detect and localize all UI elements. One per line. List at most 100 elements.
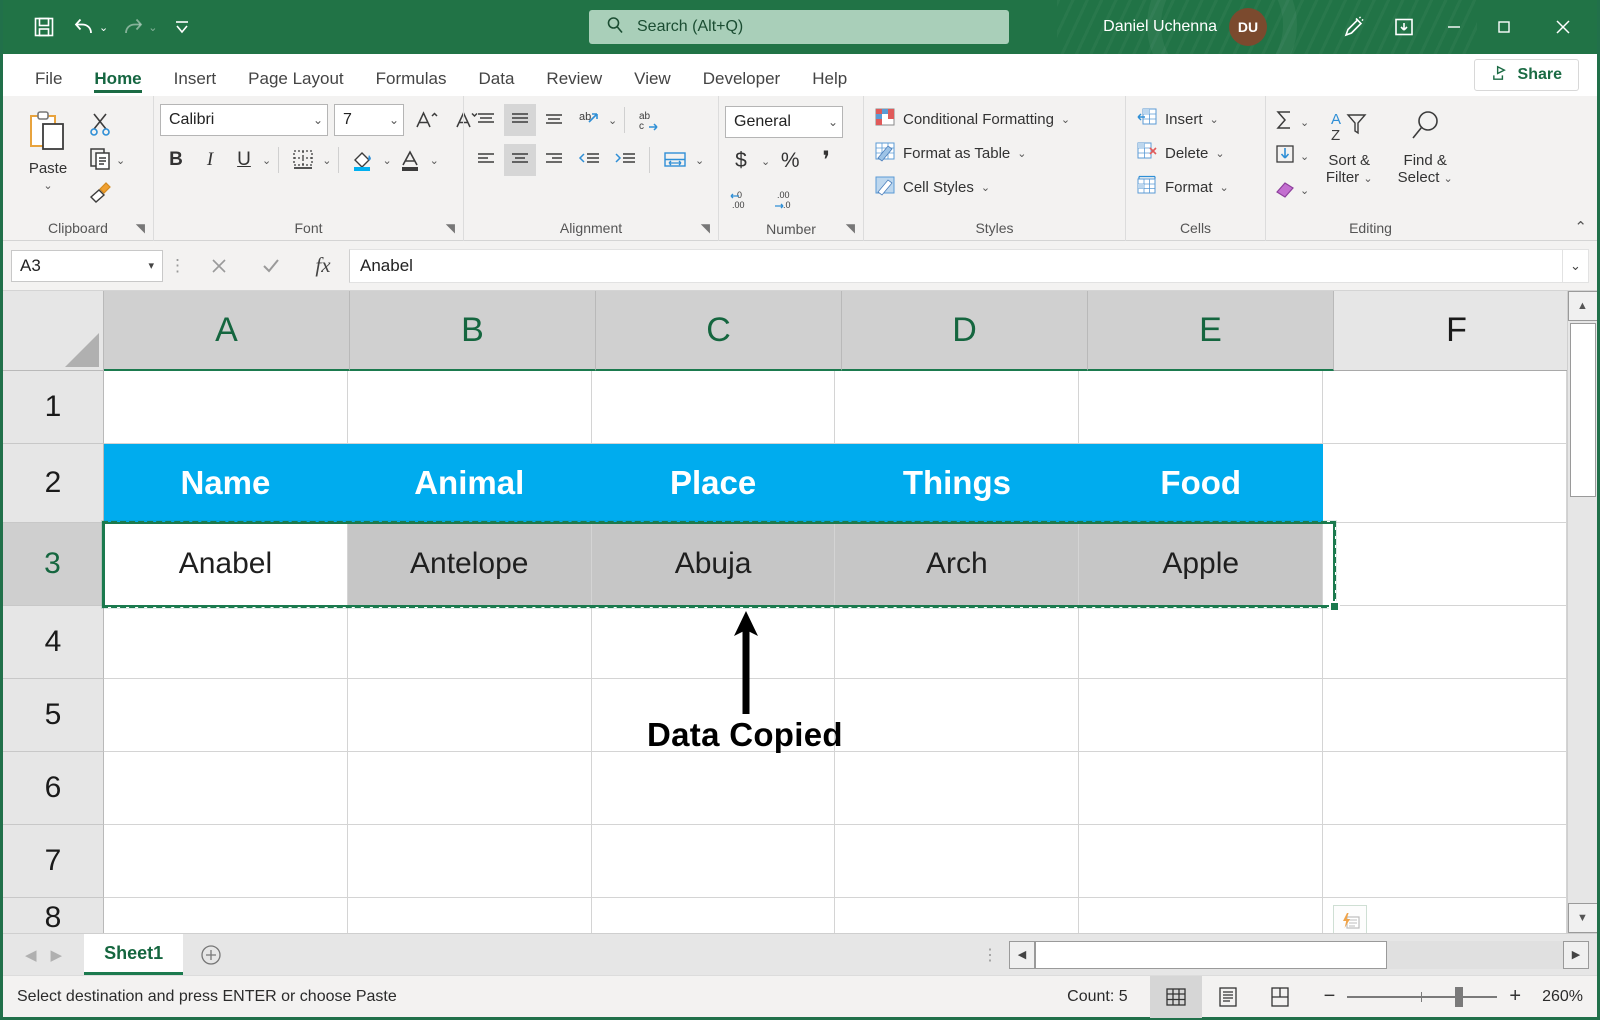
clear-chevron-down-icon[interactable]: ⌄ — [1300, 184, 1309, 197]
orientation-chevron-down-icon[interactable]: ⌄ — [608, 114, 617, 127]
autosum-chevron-down-icon[interactable]: ⌄ — [1300, 116, 1309, 129]
zoom-out-button[interactable]: − — [1324, 985, 1336, 1008]
horizontal-scrollbar[interactable]: ◀ ▶ — [1009, 934, 1597, 975]
font-size-chevron-down-icon[interactable]: ⌄ — [389, 113, 399, 127]
scroll-right-icon[interactable]: ▶ — [1563, 941, 1589, 969]
cell-c1[interactable] — [592, 371, 836, 444]
scroll-up-icon[interactable]: ▲ — [1568, 291, 1598, 321]
column-header-c[interactable]: C — [596, 291, 842, 371]
cell-b2[interactable]: Animal — [348, 444, 592, 523]
cancel-x-icon[interactable] — [193, 249, 245, 283]
tab-split-handle-icon[interactable]: ⋮ — [972, 934, 1009, 975]
cell-e5[interactable] — [1079, 679, 1323, 752]
format-as-table-button[interactable]: Format as Table ⌄ — [870, 138, 1074, 168]
align-center-icon[interactable] — [504, 144, 536, 176]
format-as-table-chevron-down-icon[interactable]: ⌄ — [1017, 147, 1026, 160]
maximize-icon[interactable] — [1479, 0, 1529, 54]
paste-chevron-down-icon[interactable]: ⌄ — [43, 179, 52, 192]
cell-styles-button[interactable]: Cell Styles ⌄ — [870, 172, 1074, 202]
row-header-1[interactable]: 1 — [3, 371, 104, 444]
cell-e2[interactable]: Food — [1079, 444, 1323, 523]
tab-formulas[interactable]: Formulas — [360, 70, 463, 96]
redo-icon[interactable] — [114, 8, 152, 46]
cell-a4[interactable] — [104, 606, 348, 679]
sort-filter-chevron-down-icon[interactable]: ⌄ — [1363, 173, 1372, 185]
cell-f6[interactable] — [1323, 752, 1567, 825]
zoom-level[interactable]: 260% — [1535, 988, 1597, 1006]
increase-decimal-icon[interactable]: 0 .00 — [725, 184, 765, 216]
align-right-icon[interactable] — [538, 144, 570, 176]
save-icon[interactable] — [25, 8, 63, 46]
redo-chevron-down-icon[interactable]: ⌄ — [148, 21, 157, 34]
tab-view[interactable]: View — [618, 70, 687, 96]
number-dialog-launcher-icon[interactable]: ◥ — [846, 221, 855, 235]
paste-button[interactable]: Paste ⌄ — [9, 104, 87, 192]
quick-analysis-icon[interactable] — [1333, 905, 1367, 933]
accounting-chevron-down-icon[interactable]: ⌄ — [761, 155, 770, 168]
format-chevron-down-icon[interactable]: ⌄ — [1220, 181, 1229, 194]
cell-b4[interactable] — [348, 606, 592, 679]
zoom-in-button[interactable]: + — [1509, 985, 1521, 1008]
cell-c3[interactable]: Abuja — [592, 523, 836, 606]
sheet-tab-sheet1[interactable]: Sheet1 — [84, 934, 183, 975]
cell-f4[interactable] — [1323, 606, 1567, 679]
cell-c6[interactable] — [592, 752, 836, 825]
column-header-a[interactable]: A — [104, 291, 350, 371]
cell-d5[interactable] — [835, 679, 1079, 752]
ink-pen-icon[interactable] — [1329, 0, 1379, 54]
delete-chevron-down-icon[interactable]: ⌄ — [1215, 147, 1224, 160]
row-header-8[interactable]: 8 — [3, 898, 104, 933]
cell-b1[interactable] — [348, 371, 592, 444]
zoom-slider[interactable] — [1347, 996, 1497, 998]
sort-and-filter-button[interactable]: A Z Sort & Filter ⌄ — [1313, 106, 1385, 187]
font-name-chevron-down-icon[interactable]: ⌄ — [313, 113, 323, 127]
decrease-decimal-icon[interactable]: .00 .0 — [769, 184, 809, 216]
font-size-input[interactable]: 7 ⌄ — [334, 104, 404, 136]
row-header-5[interactable]: 5 — [3, 679, 104, 752]
tab-developer[interactable]: Developer — [687, 70, 797, 96]
merge-and-center-icon[interactable] — [657, 144, 693, 176]
select-all-corner[interactable] — [3, 291, 104, 371]
tab-review[interactable]: Review — [530, 70, 618, 96]
cell-d2[interactable]: Things — [835, 444, 1079, 523]
vertical-scrollbar-thumb[interactable] — [1570, 323, 1596, 497]
scroll-left-icon[interactable]: ◀ — [1009, 941, 1035, 969]
normal-view-icon[interactable] — [1150, 976, 1202, 1018]
cell-a1[interactable] — [104, 371, 348, 444]
italic-button[interactable]: I — [194, 144, 226, 176]
cell-c2[interactable]: Place — [592, 444, 836, 523]
clipboard-dialog-launcher-icon[interactable]: ◥ — [136, 221, 145, 235]
undo-icon[interactable] — [65, 8, 103, 46]
number-format-chevron-down-icon[interactable]: ⌄ — [828, 115, 838, 129]
bold-button[interactable]: B — [160, 144, 192, 176]
cell-d4[interactable] — [835, 606, 1079, 679]
account-area[interactable]: Daniel Uchenna DU — [1103, 0, 1267, 54]
cell-e3[interactable]: Apple — [1079, 523, 1323, 606]
underline-chevron-down-icon[interactable]: ⌄ — [262, 154, 271, 167]
format-painter-button[interactable] — [87, 178, 125, 210]
close-icon[interactable] — [1529, 0, 1597, 54]
previous-sheet-icon[interactable]: ◀ — [25, 946, 37, 964]
horizontal-scrollbar-thumb[interactable] — [1035, 941, 1387, 969]
cut-button[interactable] — [87, 110, 125, 142]
column-header-f[interactable]: F — [1334, 291, 1567, 371]
enter-check-icon[interactable] — [245, 249, 297, 283]
font-name-input[interactable]: Calibri ⌄ — [160, 104, 328, 136]
conditional-formatting-button[interactable]: Conditional Formatting ⌄ — [870, 104, 1074, 134]
cell-d3[interactable]: Arch — [835, 523, 1079, 606]
cell-d8[interactable] — [835, 898, 1079, 933]
name-box[interactable]: A3 ▾ — [11, 250, 163, 282]
tab-help[interactable]: Help — [796, 70, 863, 96]
accounting-number-format-icon[interactable]: $ — [725, 145, 757, 177]
cell-f5[interactable] — [1323, 679, 1567, 752]
cell-f2[interactable] — [1323, 444, 1567, 523]
row-header-3[interactable]: 3 — [3, 523, 104, 606]
align-left-icon[interactable] — [470, 144, 502, 176]
delete-cells-button[interactable]: Delete ⌄ — [1132, 138, 1233, 168]
avatar[interactable]: DU — [1229, 8, 1267, 46]
increase-indent-icon[interactable] — [608, 144, 642, 176]
fill-color-chevron-down-icon[interactable]: ⌄ — [382, 154, 391, 167]
cell-c4[interactable] — [592, 606, 836, 679]
undo-chevron-down-icon[interactable]: ⌄ — [99, 21, 108, 34]
fill-button[interactable]: ⌄ — [1272, 140, 1309, 172]
